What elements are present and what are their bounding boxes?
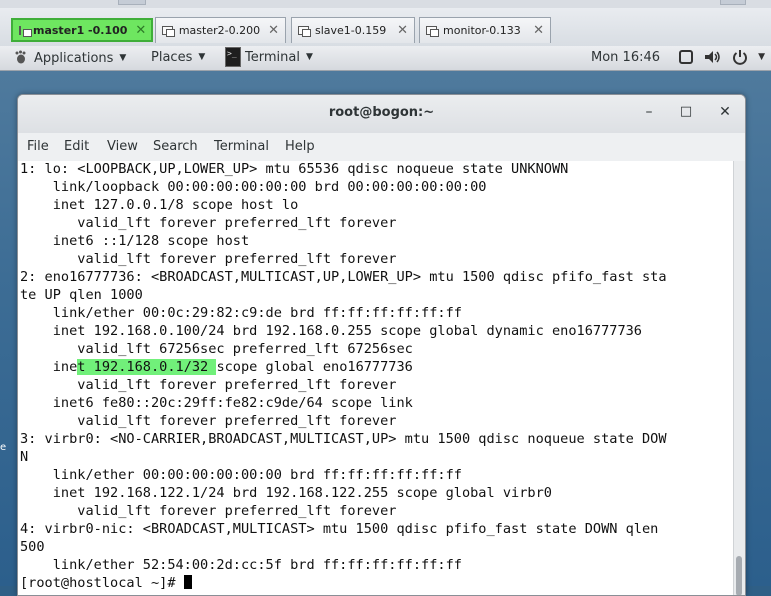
places-menu[interactable]: Places ▼ bbox=[151, 50, 205, 65]
toolbar-button-stub[interactable] bbox=[118, 0, 146, 5]
terminal-line: link/ether 52:54:00:2d:cc:5f brd ff:ff:f… bbox=[20, 557, 462, 573]
terminal-line: valid_lft 67256sec preferred_lft 67256se… bbox=[20, 341, 413, 357]
desktop-icon-label: e bbox=[0, 442, 7, 453]
shell-prompt: [root@hostlocal ~]# bbox=[20, 575, 184, 591]
terminal-app-menu[interactable]: Terminal ▼ bbox=[245, 50, 313, 65]
close-icon[interactable]: ✕ bbox=[268, 23, 279, 38]
volume-icon[interactable] bbox=[704, 49, 722, 65]
scrollbar-thumb[interactable] bbox=[736, 556, 742, 595]
terminal-line-highlighted: inet 192.168.0.1/32 scope global eno1677… bbox=[20, 358, 413, 376]
terminal-app-label: Terminal bbox=[245, 50, 300, 65]
terminal-app-icon: >_ bbox=[225, 47, 241, 67]
terminal-line: valid_lft forever preferred_lft forever bbox=[20, 413, 397, 429]
terminal-output[interactable]: 1: lo: <LOOPBACK,UP,LOWER_UP> mtu 65536 … bbox=[18, 161, 734, 595]
vm-icon bbox=[298, 26, 311, 37]
vm-icon bbox=[162, 26, 175, 37]
power-icon[interactable] bbox=[732, 49, 748, 65]
text-selection[interactable]: t 192.168.0.1/32 bbox=[77, 359, 217, 375]
vm-tab-label: monitor-0.133 bbox=[443, 24, 521, 37]
clock[interactable]: Mon 16:46 bbox=[591, 50, 660, 65]
close-button[interactable]: ✕ bbox=[715, 104, 735, 124]
vm-tab-master2[interactable]: master2-0.200 ✕ bbox=[155, 17, 286, 43]
close-icon[interactable]: ✕ bbox=[135, 23, 146, 38]
terminal-line: inet6 fe80::20c:29ff:fe82:c9de/64 scope … bbox=[20, 395, 413, 411]
vm-tab-slave1[interactable]: slave1-0.159 ✕ bbox=[291, 17, 415, 43]
window-switch-icon[interactable] bbox=[678, 49, 694, 65]
chevron-down-icon: ▼ bbox=[305, 52, 313, 62]
line-text: ine bbox=[20, 359, 78, 375]
gnome-top-bar: Applications ▼ Places ▼ >_ Terminal ▼ Mon 1… bbox=[0, 46, 771, 71]
vm-icon bbox=[19, 25, 32, 37]
terminal-line: 3: virbr0: <NO-CARRIER,BROADCAST,MULTICA… bbox=[20, 431, 667, 447]
terminal-line: inet 192.168.122.1/24 brd 192.168.122.25… bbox=[20, 485, 552, 501]
vm-tab-label: master2-0.200 bbox=[178, 24, 261, 37]
menu-help[interactable]: Help bbox=[285, 139, 315, 154]
vm-tab-label: slave1-0.159 bbox=[315, 24, 387, 37]
terminal-line: N bbox=[20, 449, 29, 465]
window-titlebar[interactable]: root@bogon:~ – □ ✕ bbox=[18, 95, 745, 134]
terminal-line: inet 192.168.0.100/24 brd 192.168.0.255 … bbox=[20, 323, 642, 339]
menu-file[interactable]: File bbox=[27, 139, 49, 154]
menu-search[interactable]: Search bbox=[153, 139, 198, 154]
gnome-foot-icon bbox=[15, 50, 26, 64]
terminal-line: link/loopback 00:00:00:00:00:00 brd 00:0… bbox=[20, 179, 487, 195]
terminal-line: 1: lo: <LOOPBACK,UP,LOWER_UP> mtu 65536 … bbox=[20, 161, 569, 177]
terminal-prompt-line[interactable]: [root@hostlocal ~]# bbox=[20, 574, 192, 592]
toolbar-button-stub[interactable] bbox=[720, 0, 746, 5]
vm-icon bbox=[426, 26, 439, 37]
applications-label: Applications bbox=[34, 51, 114, 66]
menu-edit[interactable]: Edit bbox=[64, 139, 89, 154]
menu-bar: File Edit View Search Terminal Help bbox=[18, 133, 745, 162]
terminal-line: 4: virbr0-nic: <BROADCAST,MULTICAST> mtu… bbox=[20, 521, 659, 537]
menu-terminal[interactable]: Terminal bbox=[214, 139, 269, 154]
places-label: Places bbox=[151, 50, 193, 65]
text-cursor bbox=[183, 575, 192, 589]
terminal-scrollbar[interactable] bbox=[733, 161, 745, 595]
terminal-line: valid_lft forever preferred_lft forever bbox=[20, 503, 397, 519]
chevron-down-icon: ▼ bbox=[198, 52, 206, 62]
line-text: scope global eno16777736 bbox=[216, 359, 413, 375]
vm-tab-label: master1 -0.100 bbox=[33, 23, 128, 37]
minimize-button[interactable]: – bbox=[639, 104, 659, 124]
chevron-down-icon[interactable]: ▼ bbox=[758, 52, 765, 62]
vm-tab-master1[interactable]: master1 -0.100 ✕ bbox=[11, 18, 153, 42]
close-icon[interactable]: ✕ bbox=[397, 23, 408, 38]
terminal-line: te UP qlen 1000 bbox=[20, 287, 143, 303]
terminal-line: valid_lft forever preferred_lft forever bbox=[20, 215, 397, 231]
close-icon[interactable]: ✕ bbox=[533, 23, 544, 38]
window-title: root@bogon:~ bbox=[328, 105, 435, 120]
terminal-line: inet 127.0.0.1/8 scope host lo bbox=[20, 197, 299, 213]
terminal-line: link/ether 00:0c:29:82:c9:de brd ff:ff:f… bbox=[20, 305, 462, 321]
maximize-button[interactable]: □ bbox=[676, 104, 696, 124]
vm-tab-bar: master1 -0.100 ✕ master2-0.200 ✕ slave1-… bbox=[0, 8, 771, 47]
terminal-line: inet6 ::1/128 scope host bbox=[20, 233, 250, 249]
terminal-line: valid_lft forever preferred_lft forever bbox=[20, 377, 397, 393]
applications-menu[interactable]: Applications ▼ bbox=[14, 50, 126, 66]
menu-view[interactable]: View bbox=[107, 139, 138, 154]
terminal-line: link/ether 00:00:00:00:00:00 brd ff:ff:f… bbox=[20, 467, 462, 483]
terminal-line: valid_lft forever preferred_lft forever bbox=[20, 251, 397, 267]
vm-tab-monitor[interactable]: monitor-0.133 ✕ bbox=[419, 17, 551, 43]
terminal-line: 2: eno16777736: <BROADCAST,MULTICAST,UP,… bbox=[20, 269, 667, 285]
chevron-down-icon: ▼ bbox=[119, 53, 127, 63]
terminal-window: root@bogon:~ – □ ✕ File Edit View Search… bbox=[17, 94, 746, 596]
terminal-line: 500 bbox=[20, 539, 45, 555]
